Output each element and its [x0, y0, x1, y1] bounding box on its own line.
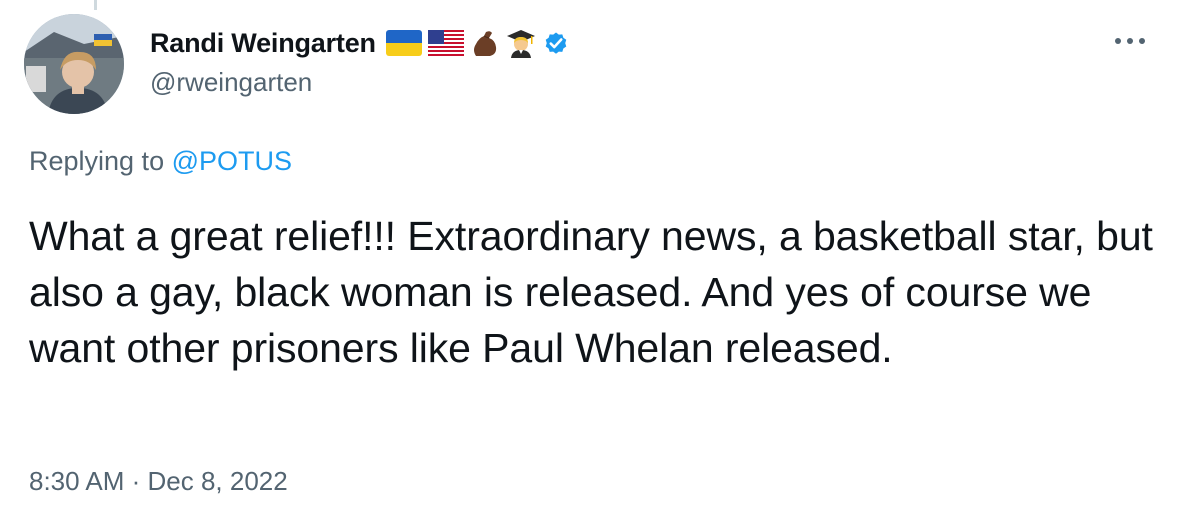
- author-display-name[interactable]: Randi Weingarten: [150, 28, 376, 59]
- avatar[interactable]: [24, 14, 124, 114]
- ellipsis-icon: [1115, 38, 1145, 44]
- tweet-timestamp[interactable]: 8:30 AM · Dec 8, 2022: [29, 466, 288, 497]
- us-flag-icon: [427, 30, 464, 56]
- author-block: Randi Weingarten @rweingarten: [150, 23, 570, 98]
- tweet-text: What a great relief!!! Extraordinary new…: [29, 213, 1153, 371]
- author-name-row: Randi Weingarten: [150, 23, 570, 63]
- reply-mention-link[interactable]: @POTUS: [172, 146, 292, 176]
- ukraine-flag-icon: [385, 30, 422, 56]
- teacher-icon: [506, 28, 536, 58]
- author-badges: [385, 28, 570, 58]
- flexed-biceps-icon: [470, 28, 500, 58]
- author-handle[interactable]: @rweingarten: [150, 67, 570, 98]
- more-options-button[interactable]: [1110, 26, 1150, 56]
- replying-to-line: Replying to @POTUS: [29, 146, 292, 177]
- verified-badge-icon: [542, 29, 570, 57]
- replying-to-label: Replying to: [29, 146, 165, 176]
- thread-connector-line: [94, 0, 97, 10]
